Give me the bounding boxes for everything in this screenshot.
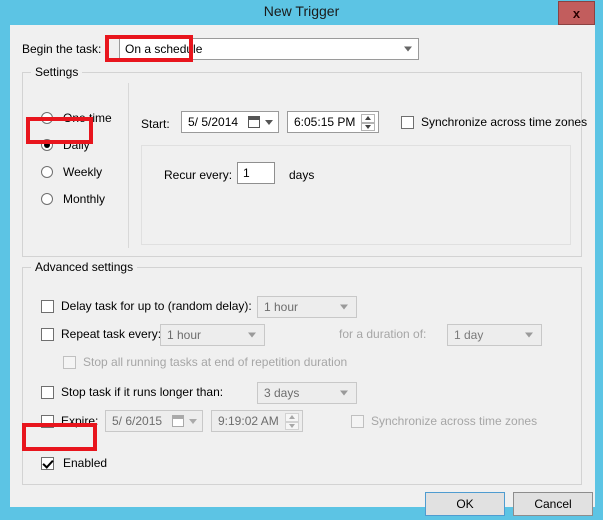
stop-task-longer-checkbox[interactable] <box>41 386 54 399</box>
enabled-checkbox[interactable] <box>41 457 54 470</box>
radio-daily-label: Daily <box>63 138 90 152</box>
repeat-task-label: Repeat task every: <box>61 327 162 341</box>
radio-monthly-label: Monthly <box>63 192 106 206</box>
delay-task-label: Delay task for up to (random delay): <box>61 299 252 313</box>
repeat-task-checkbox[interactable] <box>41 328 54 341</box>
title-bar: New Trigger x <box>0 0 603 25</box>
start-sync-timezones-label: Synchronize across time zones <box>421 115 588 129</box>
radio-weekly-label: Weekly <box>63 165 103 179</box>
delay-task-checkbox[interactable] <box>41 300 54 313</box>
recur-every-input[interactable]: 1 <box>237 162 275 184</box>
settings-divider <box>128 83 129 248</box>
expire-sync-timezones-label: Synchronize across time zones <box>371 414 538 428</box>
radio-one-time-label: One time <box>63 111 112 125</box>
chevron-down-icon <box>248 332 256 338</box>
advanced-settings-group: Advanced settings Delay task for up to (… <box>22 260 582 485</box>
ok-button[interactable]: OK <box>425 492 505 516</box>
expire-date-picker[interactable]: 5/ 6/2015 <box>105 410 203 432</box>
delay-task-value: 1 hour <box>264 300 299 314</box>
chevron-down-icon <box>189 419 197 424</box>
cancel-button[interactable]: Cancel <box>513 492 593 516</box>
window-title: New Trigger <box>263 3 340 19</box>
duration-label: for a duration of: <box>339 327 427 341</box>
calendar-icon <box>248 116 260 128</box>
recur-unit-label: days <box>289 168 315 182</box>
stepper-up-icon[interactable] <box>361 114 375 123</box>
start-date-picker[interactable]: 5/ 5/2014 <box>181 111 279 133</box>
calendar-icon <box>172 415 184 427</box>
radio-one-time-indicator <box>41 112 53 124</box>
start-time-stepper[interactable] <box>361 114 375 131</box>
expire-time-picker[interactable]: 9:19:02 AM <box>211 410 303 432</box>
expire-checkbox[interactable] <box>41 415 54 428</box>
delay-task-select[interactable]: 1 hour <box>257 296 357 318</box>
start-time-picker[interactable]: 6:05:15 PM <box>287 111 379 133</box>
chevron-down-icon <box>525 332 533 338</box>
settings-legend: Settings <box>31 65 83 79</box>
radio-weekly-indicator <box>41 166 53 178</box>
expire-date-value: 5/ 6/2015 <box>112 414 163 428</box>
radio-monthly-indicator <box>41 193 53 205</box>
stop-all-tasks-label: Stop all running tasks at end of repetit… <box>83 355 348 369</box>
expire-time-value: 9:19:02 AM <box>218 414 279 428</box>
stop-all-tasks-checkbox[interactable] <box>63 356 76 369</box>
begin-task-select[interactable]: On a schedule <box>119 38 419 60</box>
expire-time-stepper[interactable] <box>285 413 299 430</box>
start-date-value: 5/ 5/2014 <box>188 115 239 129</box>
settings-group: Settings One time Daily Weekly Monthly S… <box>22 65 587 257</box>
chevron-down-icon <box>265 120 273 125</box>
duration-select[interactable]: 1 day <box>447 324 542 346</box>
stop-task-longer-select[interactable]: 3 days <box>257 382 357 404</box>
expire-sync-timezones-checkbox[interactable] <box>351 415 364 428</box>
start-label: Start: <box>141 117 170 131</box>
stop-task-longer-label: Stop task if it runs longer than: <box>61 385 224 399</box>
advanced-settings-legend: Advanced settings <box>31 260 138 274</box>
chevron-down-icon <box>340 304 348 310</box>
dialog-body: Begin the task: On a schedule Settings O… <box>10 25 595 516</box>
begin-task-label: Begin the task: <box>22 42 102 56</box>
enabled-label: Enabled <box>63 456 108 470</box>
recur-every-value: 1 <box>243 166 250 180</box>
start-sync-timezones-checkbox[interactable] <box>401 116 414 129</box>
expire-label: Expire: <box>61 414 99 428</box>
begin-task-row: Begin the task: On a schedule <box>22 38 582 62</box>
radio-daily-indicator <box>41 139 53 151</box>
duration-value: 1 day <box>454 328 484 342</box>
stepper-down-icon[interactable] <box>285 421 299 430</box>
close-icon[interactable]: x <box>558 1 595 25</box>
chevron-down-icon <box>340 390 348 396</box>
stop-task-longer-value: 3 days <box>264 386 300 400</box>
begin-task-value: On a schedule <box>125 42 203 56</box>
recurrence-panel: Recur every: 1 days <box>141 145 571 245</box>
stepper-down-icon[interactable] <box>361 122 375 131</box>
repeat-interval-select[interactable]: 1 hour <box>160 324 265 346</box>
start-time-value: 6:05:15 PM <box>294 115 356 129</box>
stepper-up-icon[interactable] <box>285 413 299 422</box>
repeat-interval-value: 1 hour <box>167 328 202 342</box>
chevron-down-icon <box>404 46 412 52</box>
recur-every-label: Recur every: <box>164 168 233 182</box>
